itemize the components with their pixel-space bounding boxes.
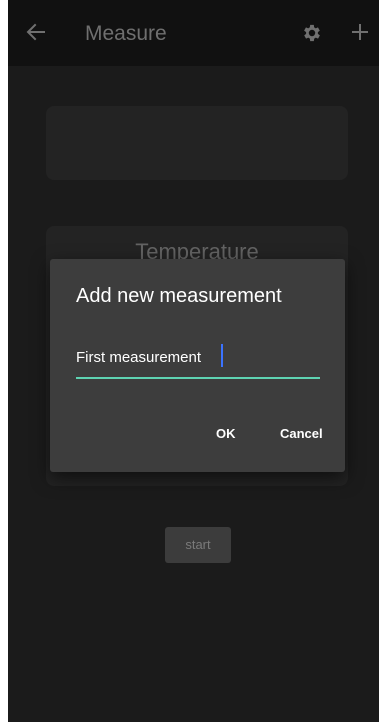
gear-icon[interactable]: [301, 22, 323, 44]
ok-button[interactable]: OK: [216, 426, 236, 441]
back-arrow-icon[interactable]: [24, 20, 48, 44]
measurement-name-input[interactable]: [76, 343, 320, 371]
cancel-button[interactable]: Cancel: [280, 426, 323, 441]
measurement-name-field: [76, 343, 320, 381]
app-screen: Measure Temperature start Add new measur…: [8, 0, 379, 722]
input-underline: [76, 377, 320, 379]
add-measurement-dialog: Add new measurement OK Cancel: [50, 259, 345, 472]
text-cursor: [221, 344, 223, 367]
plus-icon[interactable]: [348, 20, 372, 44]
summary-card: [46, 106, 348, 180]
page-title: Measure: [85, 22, 167, 45]
app-bar: Measure: [8, 0, 379, 66]
start-button[interactable]: start: [165, 527, 231, 563]
dialog-title: Add new measurement: [76, 285, 282, 307]
